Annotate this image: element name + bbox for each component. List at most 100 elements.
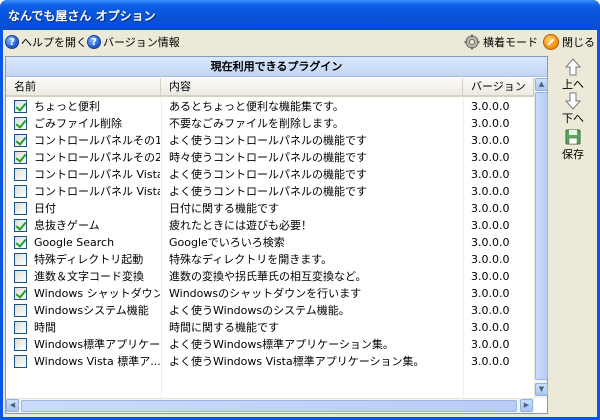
plugin-name: ごみファイル削除 <box>34 117 122 130</box>
table-row[interactable]: Windows Vista 標準ア... よく使うWindows Vista標準ア… <box>6 353 534 370</box>
plugin-name: コントロールパネル Vista... <box>34 168 160 181</box>
close-icon <box>543 34 559 50</box>
table-row[interactable]: 特殊ディレクトリ起動 特殊なディレクトリを開きます。 3.0.0.0 <box>6 251 534 268</box>
table-row[interactable]: Windows標準アプリケー... よく使うWindows標準アプリケーション集。… <box>6 336 534 353</box>
column-header-version[interactable]: バージョン <box>463 78 534 95</box>
plugin-enabled-checkbox[interactable] <box>14 304 27 317</box>
window-title: なんでも屋さん オプション <box>8 9 156 23</box>
scroll-left-icon[interactable]: ◀ <box>6 399 19 412</box>
plugin-name: 進数＆文字コード変換 <box>34 270 144 283</box>
version-info-label: バージョン情報 <box>103 36 180 49</box>
plugin-enabled-checkbox[interactable] <box>14 100 27 113</box>
plugin-enabled-checkbox[interactable] <box>14 236 27 249</box>
gear-icon <box>464 34 480 50</box>
title-bar[interactable]: なんでも屋さん オプション <box>0 0 600 30</box>
plugin-description: 不要なごみファイルを削除します。 <box>169 117 344 130</box>
plugin-description: 疲れたときには遊びも必要！ <box>169 219 312 232</box>
vertical-scroll-thumb[interactable] <box>535 92 548 380</box>
horizontal-scrollbar[interactable]: ◀ ▶ <box>6 398 534 413</box>
table-row[interactable]: 進数＆文字コード変換 進数の変換や拐氏華氏の相互変換など。 3.0.0.0 <box>6 268 534 285</box>
plugin-version: 3.0.0.0 <box>471 304 510 317</box>
plugin-name: Windows標準アプリケー... <box>34 338 160 351</box>
table-row[interactable]: コントロールパネル Vista... よく使うコントロールパネルの機能です 3.0.… <box>6 166 534 183</box>
plugin-name: コントロールパネル Vista... <box>34 185 160 198</box>
table-row[interactable]: コントロールパネルその2 時々使うコントロールパネルの機能です 3.0.0.0 <box>6 149 534 166</box>
plugin-name: 息抜きゲーム <box>34 219 100 232</box>
column-header-name[interactable]: 名前 <box>6 78 161 95</box>
plugin-enabled-checkbox[interactable] <box>14 270 27 283</box>
plugin-name: 日付 <box>34 202 56 215</box>
plugin-panel: 現在利用できるプラグイン 名前 内容 バージョン ちょっと便利 あるとちょっと便利… <box>5 56 548 414</box>
plugin-enabled-checkbox[interactable] <box>14 253 27 266</box>
plugin-description: 時々使うコントロールパネルの機能です <box>169 151 367 164</box>
client-area: ? ヘルプを開く ? バージョン情報 横着モード 閉じる 現在利用できるプラグイ… <box>3 30 597 417</box>
plugin-name: 時間 <box>34 321 56 334</box>
plugin-version: 3.0.0.0 <box>471 236 510 249</box>
scroll-up-icon[interactable]: ▲ <box>535 78 548 91</box>
plugin-description: 時間に関する機能です <box>169 321 279 334</box>
horizontal-scroll-thumb[interactable] <box>21 400 517 412</box>
table-row[interactable]: Google Search Googleでいろいろ検索 3.0.0.0 <box>6 234 534 251</box>
move-down-label: 下へ <box>562 112 584 125</box>
table-row[interactable]: ちょっと便利 あるとちょっと便利な機能集です。 3.0.0.0 <box>6 98 534 115</box>
version-info-button[interactable]: ? バージョン情報 <box>87 34 180 50</box>
plugin-enabled-checkbox[interactable] <box>14 355 27 368</box>
plugin-description: よく使うコントロールパネルの機能です <box>169 134 367 147</box>
plugin-enabled-checkbox[interactable] <box>14 321 27 334</box>
panel-title: 現在利用できるプラグイン <box>6 57 547 77</box>
table-row[interactable]: ごみファイル削除 不要なごみファイルを削除します。 3.0.0.0 <box>6 115 534 132</box>
plugin-version: 3.0.0.0 <box>471 117 510 130</box>
save-label: 保存 <box>562 148 584 161</box>
dock-mode-label: 横着モード <box>483 36 538 49</box>
plugin-description: よく使うWindowsのシステム機能。 <box>169 304 350 317</box>
plugin-enabled-checkbox[interactable] <box>14 185 27 198</box>
plugin-name: Windows Vista 標準ア... <box>34 355 160 368</box>
scroll-down-icon[interactable]: ▼ <box>535 383 548 396</box>
plugin-version: 3.0.0.0 <box>471 321 510 334</box>
close-button[interactable]: 閉じる <box>543 34 595 50</box>
plugin-version: 3.0.0.0 <box>471 100 510 113</box>
move-down-button[interactable]: 下へ <box>556 92 590 132</box>
plugin-description: よく使うコントロールパネルの機能です <box>169 185 367 198</box>
help-label: ヘルプを開く <box>21 36 87 49</box>
plugin-version: 3.0.0.0 <box>471 134 510 147</box>
help-button[interactable]: ? ヘルプを開く <box>5 34 87 50</box>
plugin-enabled-checkbox[interactable] <box>14 117 27 130</box>
plugin-name: コントロールパネルその1 <box>34 134 160 147</box>
plugin-enabled-checkbox[interactable] <box>14 219 27 232</box>
vertical-scrollbar[interactable]: ▲ ▼ <box>534 78 548 398</box>
table-row[interactable]: コントロールパネルその1 よく使うコントロールパネルの機能です 3.0.0.0 <box>6 132 534 149</box>
save-disk-icon <box>565 129 581 145</box>
scroll-right-icon[interactable]: ▶ <box>520 399 533 412</box>
table-row[interactable]: 時間 時間に関する機能です 3.0.0.0 <box>6 319 534 336</box>
table-row[interactable]: 息抜きゲーム 疲れたときには遊びも必要！ 3.0.0.0 <box>6 217 534 234</box>
arrow-down-icon <box>564 92 582 110</box>
dock-mode-button[interactable]: 横着モード <box>464 34 538 50</box>
table-row[interactable]: Windows シャットダウン Windowsのシャットダウンを行います 3.0.0… <box>6 285 534 302</box>
plugin-description: Googleでいろいろ検索 <box>169 236 285 249</box>
plugin-enabled-checkbox[interactable] <box>14 151 27 164</box>
plugin-enabled-checkbox[interactable] <box>14 168 27 181</box>
table-row[interactable]: コントロールパネル Vista... よく使うコントロールパネルの機能です 3.0.… <box>6 183 534 200</box>
plugin-version: 3.0.0.0 <box>471 202 510 215</box>
plugin-name: 特殊ディレクトリ起動 <box>34 253 144 266</box>
save-button[interactable]: 保存 <box>556 128 590 168</box>
plugin-version: 3.0.0.0 <box>471 253 510 266</box>
plugin-description: よく使うコントロールパネルの機能です <box>169 168 367 181</box>
table-row[interactable]: 日付 日付に関する機能です 3.0.0.0 <box>6 200 534 217</box>
plugin-version: 3.0.0.0 <box>471 270 510 283</box>
plugin-description: よく使うWindows標準アプリケーション集。 <box>169 338 394 351</box>
plugin-enabled-checkbox[interactable] <box>14 338 27 351</box>
plugin-description: 特殊なディレクトリを開きます。 <box>169 253 333 266</box>
plugin-version: 3.0.0.0 <box>471 338 510 351</box>
table-row[interactable]: Windowsシステム機能 よく使うWindowsのシステム機能。 3.0.0.0 <box>6 302 534 319</box>
plugin-enabled-checkbox[interactable] <box>14 202 27 215</box>
column-header-desc[interactable]: 内容 <box>161 78 463 95</box>
plugin-name: ちょっと便利 <box>34 100 100 113</box>
plugin-version: 3.0.0.0 <box>471 287 510 300</box>
plugin-name: コントロールパネルその2 <box>34 151 160 164</box>
plugin-enabled-checkbox[interactable] <box>14 287 27 300</box>
column-divider <box>161 98 162 398</box>
plugin-version: 3.0.0.0 <box>471 185 510 198</box>
plugin-enabled-checkbox[interactable] <box>14 134 27 147</box>
